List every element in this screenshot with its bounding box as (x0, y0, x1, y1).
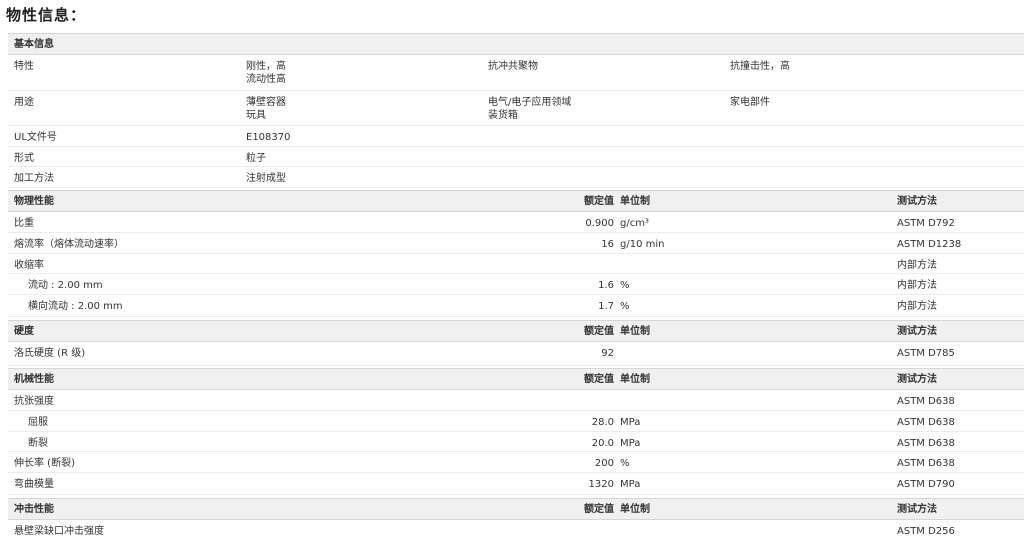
property-row: 熔流率（熔体流动速率） 16 g/10 min ASTM D1238 (8, 233, 1024, 254)
row-value: 刚性，高 (246, 61, 286, 72)
value-column-header: 额定值 (584, 196, 614, 207)
property-unit: MPa (620, 438, 641, 449)
info-row-characteristics: 特性 刚性，高 流动性高 抗冲共聚物 抗撞击性，高 (8, 55, 1024, 91)
property-unit: MPa (620, 479, 641, 490)
property-name: 抗张强度 (14, 396, 54, 407)
property-name: 悬壁梁缺口冲击强度 (14, 526, 104, 537)
test-method: ASTM D1238 (897, 239, 962, 250)
row-label: 特性 (14, 61, 34, 72)
property-unit: % (620, 458, 630, 469)
page-title: 物性信息： (6, 6, 87, 24)
property-value: 28.0 (591, 417, 614, 428)
test-method: ASTM D785 (897, 348, 955, 359)
property-name: 断裂 (28, 438, 48, 449)
property-value: 20.0 (591, 438, 614, 449)
property-name: 收缩率 (14, 260, 44, 271)
property-name: 伸长率 (断裂) (14, 458, 75, 469)
test-method: ASTM D638 (897, 438, 955, 449)
row-value: 玩具 (246, 110, 266, 121)
row-label: 用途 (14, 97, 34, 108)
property-row: 悬壁梁缺口冲击强度 ASTM D256 (8, 520, 1024, 540)
section-title: 硬度 (14, 326, 34, 337)
test-method: ASTM D638 (897, 458, 955, 469)
property-value: 1.7 (598, 301, 614, 312)
row-label: 形式 (14, 153, 34, 164)
info-row-uses: 用途 薄壁容器 玩具 电气/电子应用领域 装货箱 家电部件 (8, 91, 1024, 126)
row-value: 粒子 (246, 153, 266, 164)
property-value: 16 (601, 239, 614, 250)
property-name: 屈服 (28, 417, 48, 428)
property-name: 横向流动 : 2.00 mm (28, 301, 123, 312)
value-column-header: 额定值 (584, 504, 614, 515)
method-column-header: 测试方法 (897, 196, 937, 207)
property-value: 1320 (588, 479, 614, 490)
section-header-hardness: 硬度 额定值 单位制 测试方法 (8, 320, 1024, 342)
row-label: UL文件号 (14, 132, 57, 143)
unit-column-header: 单位制 (620, 196, 650, 207)
property-unit: % (620, 301, 630, 312)
property-unit: MPa (620, 417, 641, 428)
row-label: 加工方法 (14, 173, 54, 184)
unit-column-header: 单位制 (620, 504, 650, 515)
info-row-ul-file: UL文件号 E108370 (8, 126, 1024, 147)
property-value: 1.6 (598, 280, 614, 291)
row-value: 薄壁容器 (246, 97, 286, 108)
section-header-physical: 物理性能 额定值 单位制 测试方法 (8, 190, 1024, 212)
property-name: 熔流率（熔体流动速率） (14, 239, 124, 250)
section-header-basic-info: 基本信息 (8, 33, 1024, 55)
property-row: 收缩率 内部方法 (8, 254, 1024, 274)
property-subrow: 流动 : 2.00 mm 1.6 % 内部方法 (8, 274, 1024, 295)
section-header-mechanical: 机械性能 额定值 单位制 测试方法 (8, 368, 1024, 390)
section-header-impact: 冲击性能 额定值 单位制 测试方法 (8, 498, 1024, 520)
property-row: 弯曲模量 1320 MPa ASTM D790 (8, 473, 1024, 495)
property-row: 洛氏硬度 (R 级) 92 ASTM D785 (8, 342, 1024, 366)
section-title: 机械性能 (14, 374, 54, 385)
property-unit: g/cm³ (620, 218, 649, 229)
property-value: 0.900 (585, 218, 614, 229)
property-subrow: 断裂 20.0 MPa ASTM D638 (8, 432, 1024, 452)
row-value: E108370 (246, 132, 291, 143)
value-column-header: 额定值 (584, 374, 614, 385)
property-value: 200 (594, 458, 614, 469)
property-value: 92 (601, 348, 614, 359)
unit-column-header: 单位制 (620, 374, 650, 385)
method-column-header: 测试方法 (897, 504, 937, 515)
property-row: 抗张强度 ASTM D638 (8, 390, 1024, 411)
row-value: 注射成型 (246, 173, 286, 184)
test-method: 内部方法 (897, 301, 937, 312)
row-value: 抗撞击性，高 (730, 61, 790, 72)
row-value: 电气/电子应用领域 (488, 97, 572, 108)
section-title: 基本信息 (14, 39, 54, 50)
method-column-header: 测试方法 (897, 374, 937, 385)
test-method: 内部方法 (897, 280, 937, 291)
property-name: 洛氏硬度 (R 级) (14, 348, 86, 359)
test-method: ASTM D790 (897, 479, 955, 490)
method-column-header: 测试方法 (897, 326, 937, 337)
row-value: 抗冲共聚物 (488, 61, 538, 72)
info-row-processing: 加工方法 注射成型 (8, 167, 1024, 188)
test-method: ASTM D638 (897, 417, 955, 428)
row-value: 装货箱 (488, 110, 518, 121)
row-value: 流动性高 (246, 74, 286, 85)
property-subrow: 横向流动 : 2.00 mm 1.7 % 内部方法 (8, 295, 1024, 317)
property-unit: % (620, 280, 630, 291)
property-name: 弯曲模量 (14, 479, 54, 490)
property-subrow: 屈服 28.0 MPa ASTM D638 (8, 411, 1024, 432)
info-row-form: 形式 粒子 (8, 147, 1024, 167)
value-column-header: 额定值 (584, 326, 614, 337)
test-method: ASTM D792 (897, 218, 955, 229)
test-method: ASTM D638 (897, 396, 955, 407)
material-properties-page: 物性信息： 基本信息 特性 刚性，高 流动性高 抗冲共聚物 抗撞击性，高 用途 … (0, 0, 1024, 540)
row-value: 家电部件 (730, 97, 770, 108)
unit-column-header: 单位制 (620, 326, 650, 337)
test-method: 内部方法 (897, 260, 937, 271)
property-row: 伸长率 (断裂) 200 % ASTM D638 (8, 452, 1024, 473)
property-name: 比重 (14, 218, 34, 229)
property-name: 流动 : 2.00 mm (28, 280, 103, 291)
property-unit: g/10 min (620, 239, 665, 250)
test-method: ASTM D256 (897, 526, 955, 537)
section-title: 冲击性能 (14, 504, 54, 515)
property-row: 比重 0.900 g/cm³ ASTM D792 (8, 212, 1024, 233)
section-title: 物理性能 (14, 196, 54, 207)
